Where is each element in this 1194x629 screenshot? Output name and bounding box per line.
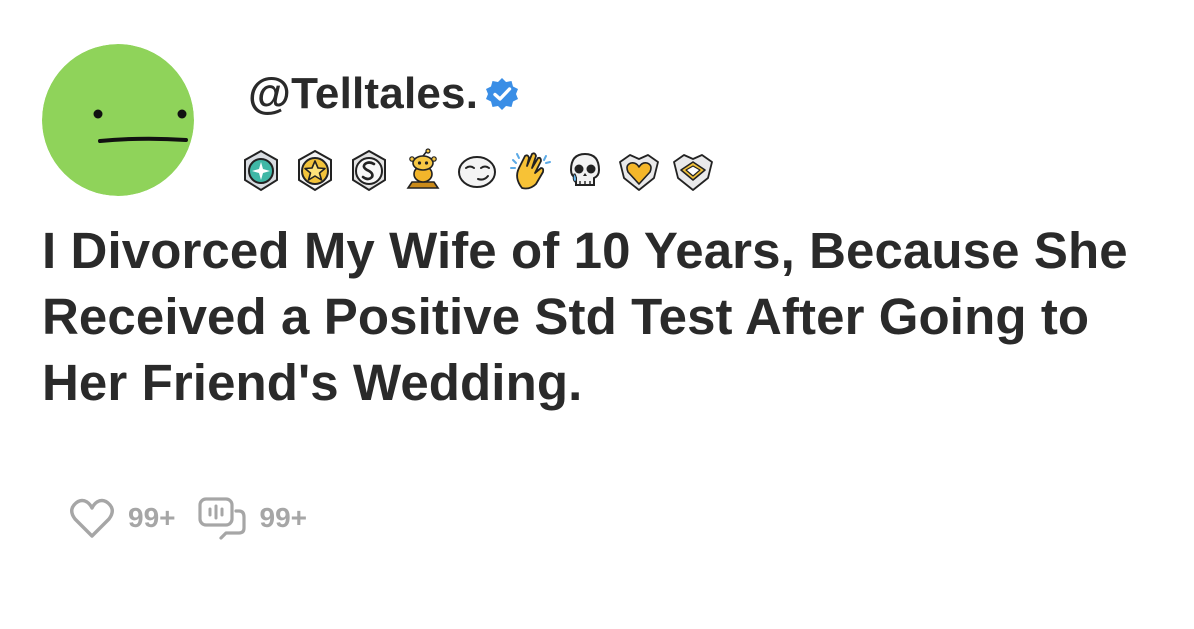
helpful-award-icon (238, 148, 284, 194)
platinum-shield-award-icon (670, 148, 716, 194)
username[interactable]: @Telltales. (248, 72, 478, 116)
smug-face-award-icon (454, 148, 500, 194)
comment-icon[interactable] (196, 495, 248, 541)
gold-heart-shield-award-icon (616, 148, 662, 194)
like-count: 99+ (128, 502, 176, 533)
clapping-hands-award-icon (508, 148, 554, 194)
avatar[interactable] (42, 44, 194, 196)
silver-s-award-icon (346, 148, 392, 194)
verified-badge-icon (484, 76, 520, 112)
gold-snoo-award-icon (400, 148, 446, 194)
username-row: @Telltales. (248, 66, 520, 122)
engagement-bar: 99+ 99+ (68, 492, 327, 544)
comment-count: 99+ (259, 502, 308, 533)
heart-icon[interactable] (68, 496, 116, 540)
awards-row (238, 146, 716, 196)
post-title[interactable]: I Divorced My Wife of 10 Years, Because … (42, 218, 1182, 416)
skull-tears-award-icon (562, 148, 608, 194)
gold-star-award-icon (292, 148, 338, 194)
